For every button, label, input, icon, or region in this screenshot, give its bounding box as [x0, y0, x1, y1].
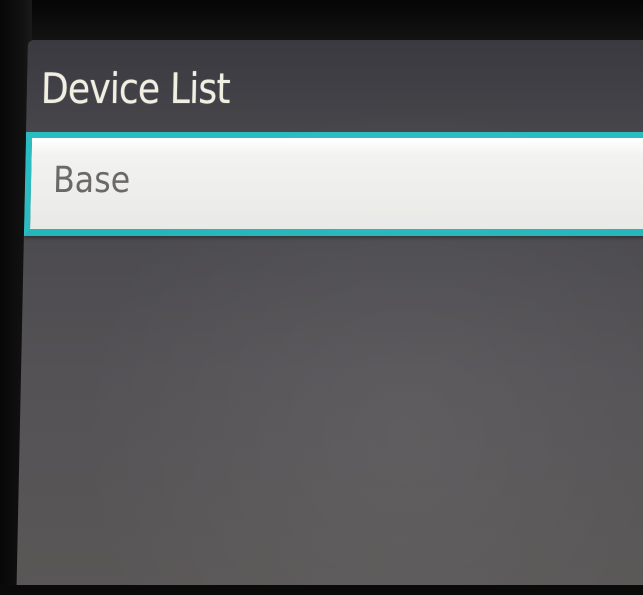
page-title: Device List — [40, 64, 231, 113]
bottom-bezel — [0, 585, 643, 595]
list-item-label: Base — [52, 160, 131, 201]
top-bezel — [0, 0, 643, 44]
header-bar: Device List — [26, 40, 643, 132]
device-screen-photo: Device List Base — [0, 0, 643, 595]
list-item-base[interactable]: Base — [23, 132, 643, 236]
device-list: Base — [23, 132, 643, 236]
list-empty-area — [16, 236, 643, 595]
screen: Device List Base — [16, 40, 643, 595]
